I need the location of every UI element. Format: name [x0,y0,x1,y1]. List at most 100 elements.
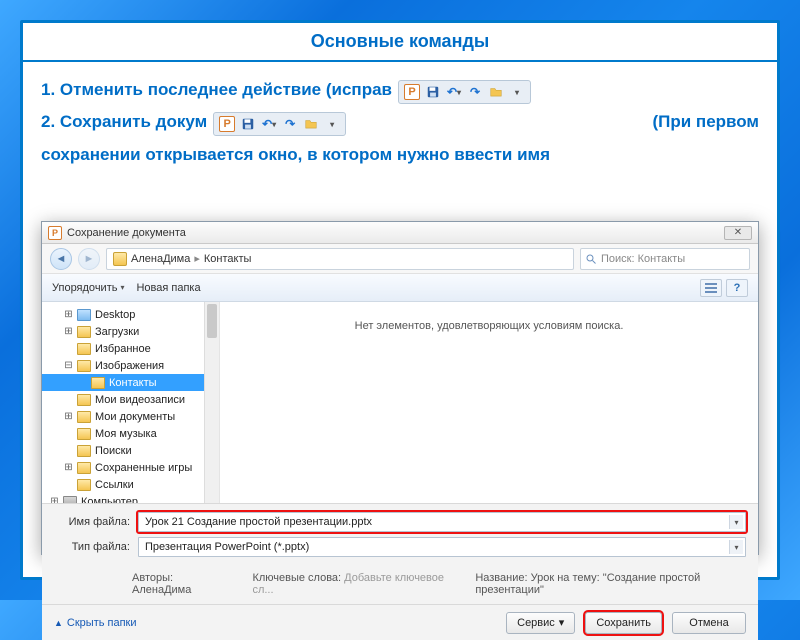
folder-icon [77,428,91,440]
folder-icon [77,462,91,474]
tree-label: Компьютер [81,496,138,504]
dialog-titlebar: P Сохранение документа ✕ [42,222,758,244]
tree-label: Загрузки [95,326,139,338]
expand-icon[interactable]: ⊞ [50,496,59,503]
dialog-body: ⊞ Desktop ⊞ Загрузки Избранное ⊟ Изображения Ко… [42,302,758,504]
tree-item[interactable]: ⊞ Desktop [42,306,219,323]
folder-icon [77,360,91,372]
title-divider [23,60,777,62]
tree-item[interactable]: Мои видеозаписи [42,391,219,408]
undo-icon[interactable]: ↶▾ [445,83,463,101]
slide-title: Основные команды [23,23,777,60]
folder-tree[interactable]: ⊞ Desktop ⊞ Загрузки Избранное ⊟ Изображения Ко… [42,302,220,503]
tools-menu[interactable]: Сервис▾ [506,612,575,634]
doc-title-label: Название: [475,572,527,584]
scrollbar[interactable] [204,302,219,503]
folder-icon [77,394,91,406]
qat-2: P ↶▾ ↷ ▾ [213,112,346,136]
nav-forward-icon[interactable]: ► [78,248,100,270]
nav-back-icon[interactable]: ◄ [50,248,72,270]
file-list-area: Нет элементов, удовлетворяющих условиям … [220,302,758,503]
qat-more-icon[interactable]: ▾ [323,115,341,133]
tree-item[interactable]: Поиски [42,442,219,459]
bullet-1-text-a: 1. Отменить последнее действие (исправ [41,74,392,106]
expand-icon[interactable]: ⊞ [64,411,73,422]
tree-item[interactable]: Моя музыка [42,425,219,442]
filename-fields: Имя файла: Урок 21 Создание простой през… [42,504,758,568]
bullet-2-tail: (При первом [652,106,759,138]
save-button[interactable]: Сохранить [585,612,662,634]
expand-icon[interactable]: ⊞ [64,326,73,337]
tree-item[interactable]: Контакты [42,374,219,391]
breadcrumb[interactable]: АленаДима ▸ Контакты [106,248,574,270]
folder-icon [77,445,91,457]
powerpoint-icon: P [218,115,236,133]
search-placeholder: Поиск: Контакты [601,253,685,265]
undo-icon[interactable]: ↶▾ [260,115,278,133]
bullet-1: 1. Отменить последнее действие (исправ P… [41,74,759,106]
tree-label: Ссылки [95,479,134,491]
save-icon[interactable] [239,115,257,133]
chevron-down-icon[interactable]: ▾ [729,540,743,554]
address-bar: ◄ ► АленаДима ▸ Контакты Поиск: Контакты [42,244,758,274]
folder-icon [77,326,91,338]
folder-icon [77,343,91,355]
scroll-thumb[interactable] [207,304,217,338]
tree-item[interactable]: ⊟ Изображения [42,357,219,374]
open-folder-icon[interactable] [487,83,505,101]
expand-icon[interactable]: ⊞ [64,309,73,320]
dialog-footer: ▲ Скрыть папки Сервис▾ Сохранить Отмена [42,604,758,640]
tree-label: Контакты [109,377,157,389]
folder-icon [77,309,91,321]
tree-label: Изображения [95,360,164,372]
dialog-title: Сохранение документа [67,227,186,239]
filetype-select[interactable]: Презентация PowerPoint (*.pptx) ▾ [138,537,746,557]
bullet-2-line3: сохранении открывается окно, в котором н… [41,139,759,171]
chevron-up-icon: ▲ [54,618,63,628]
expand-icon[interactable]: ⊞ [64,462,73,473]
new-folder-button[interactable]: Новая папка [136,282,200,294]
hide-folders-link[interactable]: ▲ Скрыть папки [54,617,137,629]
qat-more-icon[interactable]: ▾ [508,83,526,101]
folder-icon [77,479,91,491]
save-icon[interactable] [424,83,442,101]
help-icon[interactable]: ? [726,279,748,297]
tree-item[interactable]: ⊞ Компьютер [42,493,219,503]
redo-icon[interactable]: ↷ [466,83,484,101]
save-dialog: P Сохранение документа ✕ ◄ ► АленаДима ▸… [41,221,759,555]
tree-label: Моя музыка [95,428,157,440]
open-folder-icon[interactable] [302,115,320,133]
tree-item[interactable]: Ссылки [42,476,219,493]
tree-item[interactable]: ⊞Сохраненные игры [42,459,219,476]
crumb-part-1[interactable]: АленаДима [131,253,190,265]
powerpoint-icon: P [48,226,62,240]
tree-item[interactable]: ⊞ Загрузки [42,323,219,340]
tree-item[interactable]: Избранное [42,340,219,357]
chevron-right-icon: ▸ [194,252,200,265]
tree-label: Поиски [95,445,132,457]
filename-label: Имя файла: [54,516,130,528]
tree-label: Мои документы [95,411,175,423]
powerpoint-icon: P [403,83,421,101]
tree-item[interactable]: ⊞ Мои документы [42,408,219,425]
filename-input[interactable]: Урок 21 Создание простой презентации.ppt… [138,512,746,532]
redo-icon[interactable]: ↷ [281,115,299,133]
bullet-2: 2. Сохранить докум P ↶▾ ↷ ▾ (При первом [41,106,759,138]
organize-menu[interactable]: Упорядочить▾ [52,282,124,294]
search-input[interactable]: Поиск: Контакты [580,248,750,270]
expand-icon[interactable]: ⊟ [64,360,73,371]
folder-icon [63,496,77,504]
folder-icon [77,411,91,423]
chevron-down-icon[interactable]: ▾ [729,515,743,529]
tree-label: Desktop [95,309,135,321]
view-mode-icon[interactable] [700,279,722,297]
tree-label: Избранное [95,343,151,355]
tree-label: Мои видеозаписи [95,394,185,406]
authors-label: Авторы: [132,572,173,584]
folder-icon [113,252,127,266]
dialog-toolbar: Упорядочить▾ Новая папка ? [42,274,758,302]
crumb-part-2[interactable]: Контакты [204,253,252,265]
authors-value[interactable]: АленаДима [132,584,191,596]
cancel-button[interactable]: Отмена [672,612,746,634]
close-icon[interactable]: ✕ [724,226,752,240]
